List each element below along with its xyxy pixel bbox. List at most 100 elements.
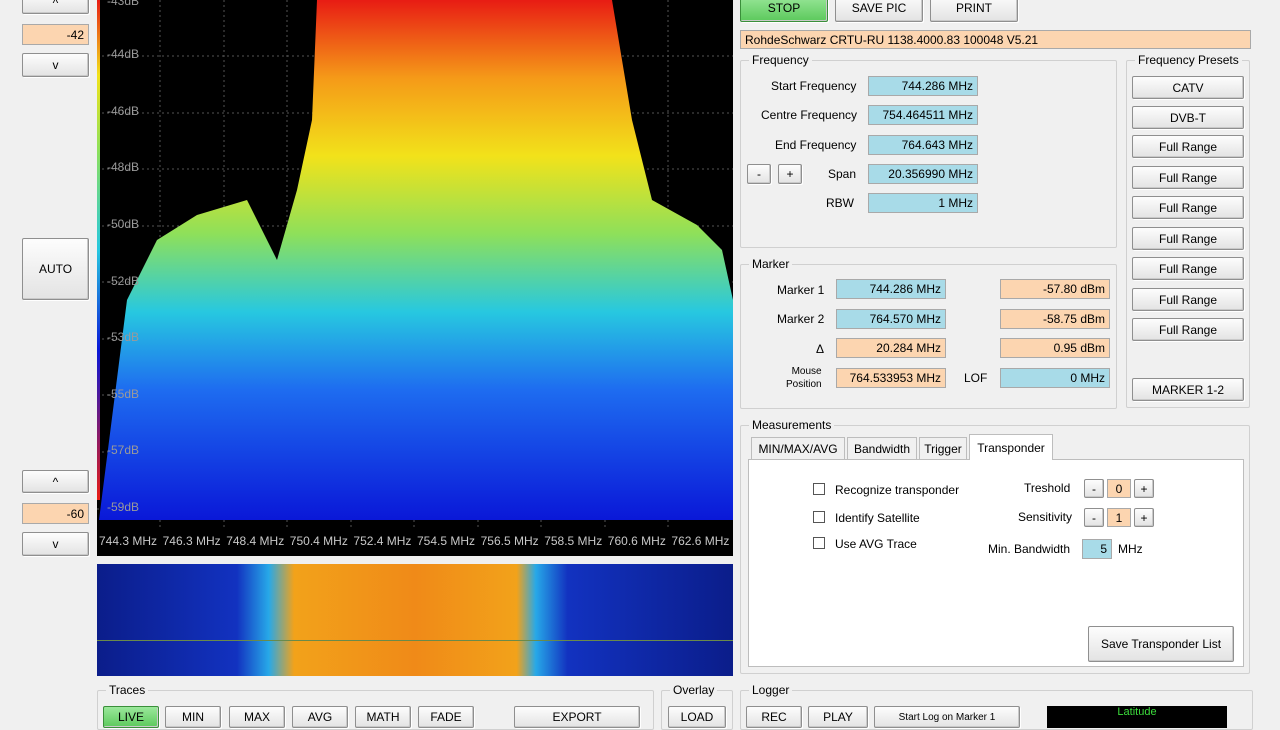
delta-level-field[interactable]: 0.95 dBm bbox=[1000, 338, 1110, 358]
trace-fade-button[interactable]: FADE bbox=[418, 706, 474, 728]
preset-full-range-button[interactable]: Full Range bbox=[1132, 318, 1244, 341]
end-frequency-field[interactable]: 764.643 MHz bbox=[868, 135, 978, 155]
preset-catv-button[interactable]: CATV bbox=[1132, 76, 1244, 99]
y-axis-tick-label: -46dB bbox=[107, 104, 140, 118]
trace-live-button[interactable]: LIVE bbox=[103, 706, 159, 728]
logger-rec-button[interactable]: REC bbox=[746, 706, 802, 728]
trace-math-button[interactable]: MATH bbox=[355, 706, 411, 728]
stop-button[interactable]: STOP bbox=[740, 0, 828, 22]
y-axis-tick-label: -57dB bbox=[107, 443, 140, 457]
export-button[interactable]: EXPORT bbox=[514, 706, 640, 728]
delta-label: Δ bbox=[816, 342, 825, 356]
save-pic-button[interactable]: SAVE PIC bbox=[835, 0, 923, 22]
start-log-button[interactable]: Start Log on Marker 1 bbox=[874, 706, 1020, 728]
ref-top-value[interactable]: -42 bbox=[22, 24, 89, 45]
x-axis-tick-label: 746.3 MHz bbox=[162, 534, 221, 548]
marker-2-frequency-field[interactable]: 764.570 MHz bbox=[836, 309, 946, 329]
ref-top-down-button[interactable]: v bbox=[22, 53, 89, 77]
tab-min-max-avg[interactable]: MIN/MAX/AVG bbox=[751, 437, 845, 459]
marker-1-frequency-field[interactable]: 744.286 MHz bbox=[836, 279, 946, 299]
ref-bottom-down-button[interactable]: v bbox=[22, 532, 89, 556]
spectrum-trace bbox=[99, 0, 733, 520]
tab-trigger[interactable]: Trigger bbox=[919, 437, 967, 459]
span-field[interactable]: 20.356990 MHz bbox=[868, 164, 978, 184]
y-axis-tick-label: -50dB bbox=[107, 217, 140, 231]
sensitivity-minus-button[interactable]: - bbox=[1084, 508, 1104, 527]
x-axis-tick-label: 758.5 MHz bbox=[544, 534, 603, 548]
delta-frequency-field[interactable]: 20.284 MHz bbox=[836, 338, 946, 358]
threshold-minus-button[interactable]: - bbox=[1084, 479, 1104, 498]
overlay-load-button[interactable]: LOAD bbox=[668, 706, 726, 728]
spectrum-y-labels: -43dB -44dB -46dB -48dB -50dB -52dB -53dB -55dB… bbox=[107, 0, 167, 524]
threshold-field[interactable]: 0 bbox=[1107, 479, 1131, 498]
span-minus-button[interactable]: - bbox=[747, 164, 771, 184]
x-axis-tick-label: 748.4 MHz bbox=[226, 534, 285, 548]
sensitivity-field[interactable]: 1 bbox=[1107, 508, 1131, 527]
x-axis-tick-label: 744.3 MHz bbox=[99, 534, 158, 548]
save-transponder-list-button[interactable]: Save Transponder List bbox=[1088, 626, 1234, 662]
marker-1-label: Marker 1 bbox=[777, 283, 825, 297]
recognize-transponder-label: Recognize transponder bbox=[835, 483, 960, 497]
span-plus-button[interactable]: + bbox=[778, 164, 802, 184]
centre-frequency-field[interactable]: 754.464511 MHz bbox=[868, 105, 978, 125]
min-bandwidth-unit: MHz bbox=[1118, 542, 1143, 556]
marker-2-label: Marker 2 bbox=[777, 312, 825, 326]
sensitivity-plus-button[interactable]: + bbox=[1134, 508, 1154, 527]
use-avg-trace-checkbox[interactable] bbox=[813, 537, 825, 549]
marker-1-level-field[interactable]: -57.80 dBm bbox=[1000, 279, 1110, 299]
ref-top-up-button[interactable]: ^ bbox=[22, 0, 89, 14]
preset-full-range-button[interactable]: Full Range bbox=[1132, 257, 1244, 280]
identify-satellite-checkbox[interactable] bbox=[813, 511, 825, 523]
logger-play-button[interactable]: PLAY bbox=[808, 706, 868, 728]
threshold-label: Treshold bbox=[1024, 481, 1071, 495]
preset-full-range-button[interactable]: Full Range bbox=[1132, 135, 1244, 158]
lof-label: LOF bbox=[964, 371, 988, 385]
y-axis-tick-label: -44dB bbox=[107, 47, 140, 61]
trace-min-button[interactable]: MIN bbox=[165, 706, 221, 728]
threshold-plus-button[interactable]: + bbox=[1134, 479, 1154, 498]
start-frequency-field[interactable]: 744.286 MHz bbox=[868, 76, 978, 96]
tab-bandwidth[interactable]: Bandwidth bbox=[847, 437, 917, 459]
waterfall-marker-line bbox=[97, 640, 733, 641]
auto-button[interactable]: AUTO bbox=[22, 238, 89, 300]
min-bandwidth-label: Min. Bandwidth bbox=[988, 542, 1071, 556]
device-info-bar: RohdeSchwarz CRTU-RU 1138.4000.83 100048… bbox=[740, 30, 1251, 49]
preset-full-range-button[interactable]: Full Range bbox=[1132, 227, 1244, 250]
marker-1-2-button[interactable]: MARKER 1-2 bbox=[1132, 378, 1244, 401]
trace-avg-button[interactable]: AVG bbox=[292, 706, 348, 728]
trace-max-button[interactable]: MAX bbox=[229, 706, 285, 728]
rbw-label: RBW bbox=[826, 196, 854, 210]
rbw-field[interactable]: 1 MHz bbox=[868, 193, 978, 213]
spectrum-x-labels: 744.3 MHz 746.3 MHz 748.4 MHz 750.4 MHz 752.… bbox=[97, 534, 733, 552]
end-frequency-label: End Frequency bbox=[775, 138, 857, 152]
identify-satellite-label: Identify Satellite bbox=[835, 511, 920, 525]
x-axis-tick-label: 762.6 MHz bbox=[671, 534, 730, 548]
x-axis-tick-label: 752.4 MHz bbox=[353, 534, 412, 548]
sensitivity-label: Sensitivity bbox=[1018, 510, 1073, 524]
lof-field[interactable]: 0 MHz bbox=[1000, 368, 1110, 388]
recognize-transponder-checkbox[interactable] bbox=[813, 483, 825, 495]
y-axis-tick-label: -59dB bbox=[107, 500, 140, 514]
preset-full-range-button[interactable]: Full Range bbox=[1132, 196, 1244, 219]
span-label: Span bbox=[828, 167, 857, 181]
mouse-position-field[interactable]: 764.533953 MHz bbox=[836, 368, 946, 388]
use-avg-trace-label: Use AVG Trace bbox=[835, 537, 917, 551]
color-scale-bar bbox=[97, 0, 100, 500]
preset-full-range-button[interactable]: Full Range bbox=[1132, 166, 1244, 189]
ref-bottom-value[interactable]: -60 bbox=[22, 503, 89, 524]
y-axis-tick-label: -53dB bbox=[107, 330, 140, 344]
ref-bottom-up-button[interactable]: ^ bbox=[22, 470, 89, 493]
min-bandwidth-field[interactable]: 5 bbox=[1082, 539, 1112, 559]
spectrum-display[interactable]: -43dB -44dB -46dB -48dB -50dB -52dB -53dB -55dB… bbox=[97, 0, 733, 556]
x-axis-tick-label: 754.5 MHz bbox=[417, 534, 476, 548]
y-axis-tick-label: -48dB bbox=[107, 160, 140, 174]
marker-2-level-field[interactable]: -58.75 dBm bbox=[1000, 309, 1110, 329]
x-axis-tick-label: 756.5 MHz bbox=[480, 534, 539, 548]
preset-dvbt-button[interactable]: DVB-T bbox=[1132, 106, 1244, 129]
print-button[interactable]: PRINT bbox=[930, 0, 1018, 22]
waterfall-display[interactable] bbox=[97, 564, 733, 676]
preset-full-range-button[interactable]: Full Range bbox=[1132, 288, 1244, 311]
gps-latitude-display: Latitude bbox=[1047, 706, 1227, 728]
centre-frequency-label: Centre Frequency bbox=[761, 108, 858, 122]
tab-transponder[interactable]: Transponder bbox=[969, 434, 1053, 460]
